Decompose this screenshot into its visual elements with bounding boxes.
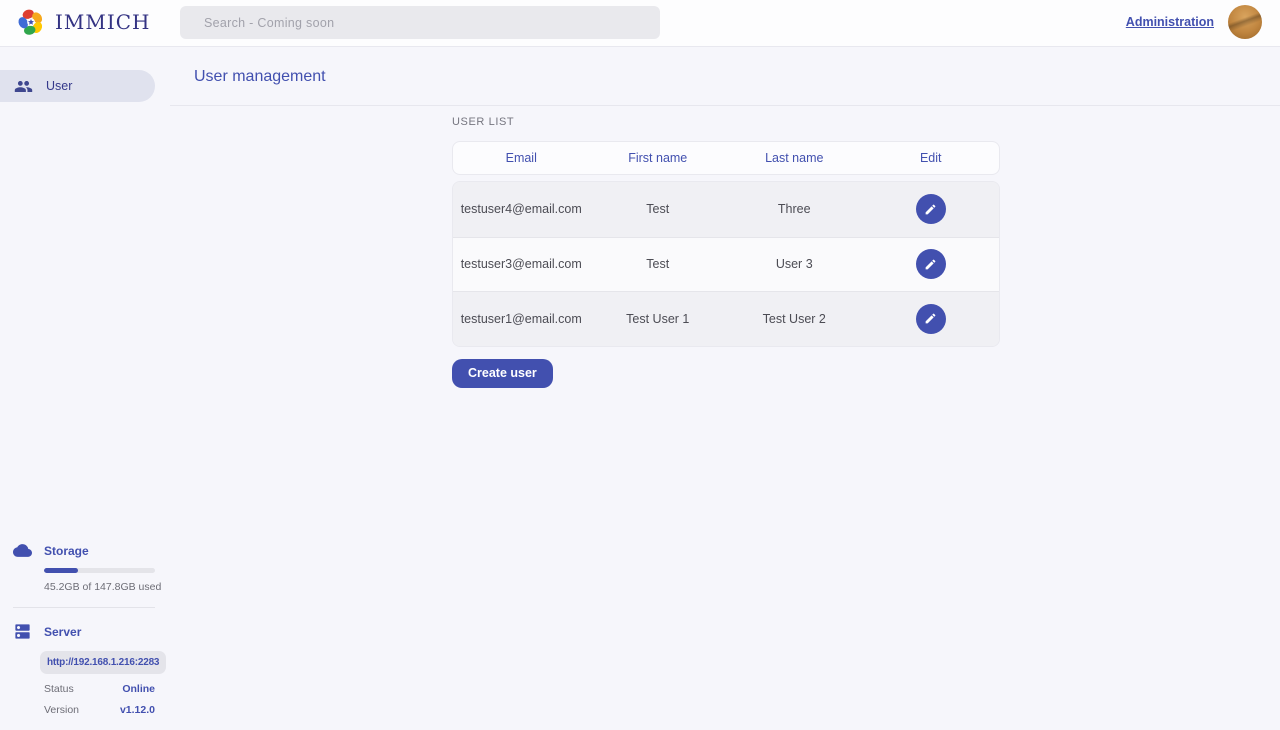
table-row: testuser4@email.com Test Three: [453, 182, 999, 237]
edit-user-button[interactable]: [916, 304, 946, 334]
storage-title: Storage: [44, 544, 89, 558]
page-header: User management: [170, 47, 1280, 106]
top-header-bar: IMMICH Administration: [0, 0, 1280, 47]
storage-section-header: Storage: [0, 541, 170, 560]
search-input[interactable]: [180, 6, 660, 39]
table-row: testuser3@email.com Test User 3: [453, 237, 999, 292]
app-title: IMMICH: [55, 10, 151, 34]
cell-first-name: Test: [590, 257, 727, 271]
cell-last-name: Test User 2: [726, 312, 863, 326]
immich-flower-icon: [16, 7, 46, 37]
status-label: Status: [44, 683, 74, 695]
edit-user-button[interactable]: [916, 194, 946, 224]
version-label: Version: [44, 704, 79, 716]
server-icon: [13, 622, 32, 641]
pencil-icon: [924, 258, 937, 271]
pencil-icon: [924, 203, 937, 216]
administration-link[interactable]: Administration: [1126, 15, 1214, 29]
status-value: Online: [122, 683, 155, 695]
storage-usage-text: 45.2GB of 147.8GB used: [44, 581, 170, 593]
cell-last-name: Three: [726, 202, 863, 216]
user-avatar[interactable]: [1228, 5, 1262, 39]
user-list-label: USER LIST: [452, 116, 1000, 128]
sidebar-bottom-panel: Storage 45.2GB of 147.8GB used Server ht…: [0, 541, 170, 716]
cell-email: testuser1@email.com: [453, 312, 590, 326]
sidebar-item-user[interactable]: User: [0, 70, 155, 102]
server-status-row: Status Online: [44, 683, 155, 695]
server-version-row: Version v1.12.0: [44, 704, 155, 716]
server-url-badge: http://192.168.1.216:2283: [40, 651, 166, 674]
column-header-email: Email: [453, 151, 590, 165]
edit-user-button[interactable]: [916, 249, 946, 279]
user-list-section: USER LIST Email First name Last name Edi…: [452, 116, 1000, 388]
storage-progress-bar: [44, 568, 155, 573]
sidebar-divider: [13, 607, 155, 608]
pencil-icon: [924, 312, 937, 325]
user-table-header: Email First name Last name Edit: [452, 141, 1000, 175]
table-row: testuser1@email.com Test User 1 Test Use…: [453, 291, 999, 346]
app-logo: IMMICH: [16, 7, 151, 37]
user-table-body: testuser4@email.com Test Three testuser3…: [452, 181, 1000, 347]
server-section-header: Server: [0, 622, 170, 641]
group-icon: [14, 77, 33, 96]
cloud-icon: [13, 541, 32, 560]
create-user-button[interactable]: Create user: [452, 359, 553, 388]
page-title: User management: [194, 47, 326, 106]
column-header-edit: Edit: [863, 151, 1000, 165]
column-header-last-name: Last name: [726, 151, 863, 165]
cell-last-name: User 3: [726, 257, 863, 271]
cell-email: testuser3@email.com: [453, 257, 590, 271]
cell-first-name: Test User 1: [590, 312, 727, 326]
cell-email: testuser4@email.com: [453, 202, 590, 216]
version-value: v1.12.0: [120, 704, 155, 716]
cell-first-name: Test: [590, 202, 727, 216]
storage-progress-fill: [44, 568, 78, 573]
server-title: Server: [44, 625, 81, 639]
column-header-first-name: First name: [590, 151, 727, 165]
sidebar-item-user-label: User: [46, 79, 72, 93]
